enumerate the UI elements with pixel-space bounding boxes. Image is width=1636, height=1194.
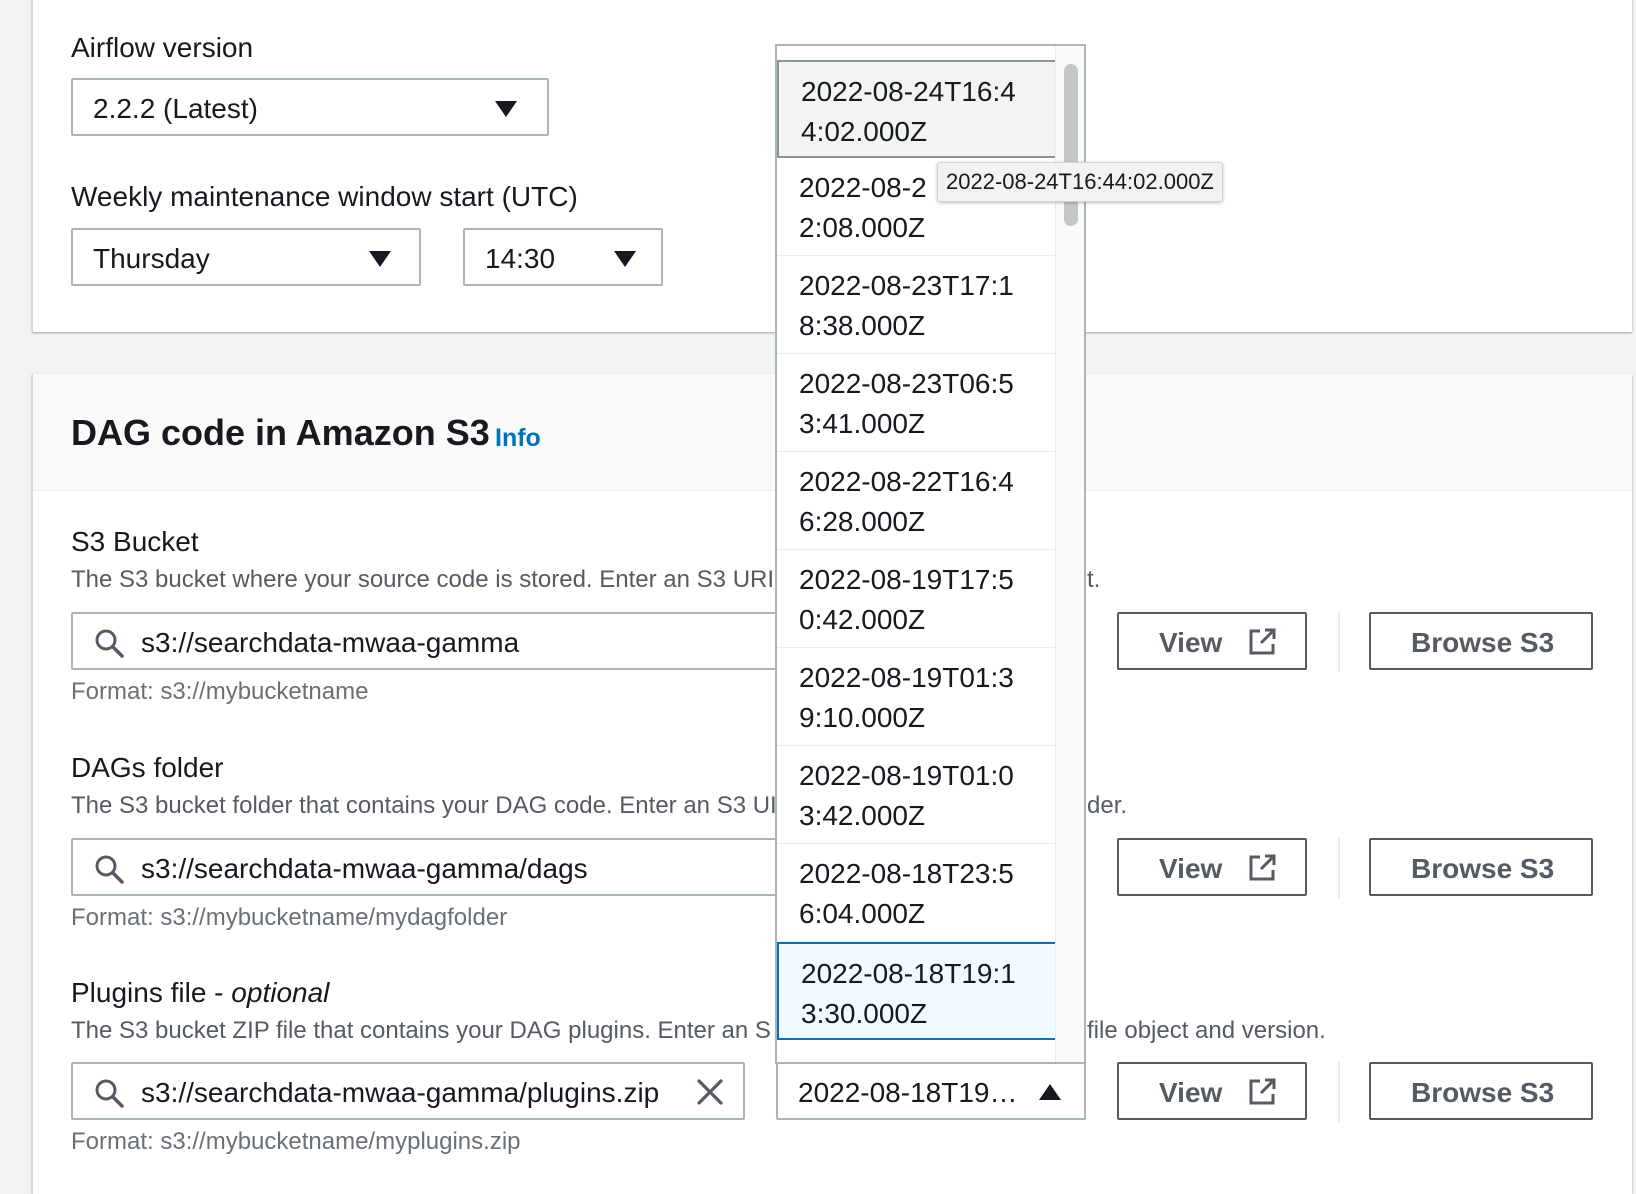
option-line: 2022-08-19T01:0	[799, 760, 1014, 791]
search-icon	[95, 1079, 124, 1108]
maintenance-day-value: Thursday	[93, 243, 210, 274]
version-option[interactable]: 2022-08-23T06:5 3:41.000Z	[777, 354, 1057, 452]
dags-folder-value: s3://searchdata-mwaa-gamma/dags	[141, 853, 588, 884]
option-line: 2022-08-19T01:3	[799, 662, 1014, 693]
s3-bucket-value: s3://searchdata-mwaa-gamma	[141, 627, 520, 658]
maintenance-time-select[interactable]: 14:30	[463, 228, 663, 286]
browse-s3-bucket-button[interactable]: Browse S3	[1369, 612, 1593, 670]
dags-folder-description-tail: der.	[1087, 792, 1128, 819]
view-button-label: View	[1159, 627, 1223, 658]
caret-down-icon	[369, 251, 391, 267]
option-line: 2022-08-18T19:1	[801, 958, 1016, 989]
dags-folder-description: The S3 bucket folder that contains your …	[71, 792, 777, 819]
external-link-icon	[1249, 854, 1276, 881]
option-line: 3:41.000Z	[799, 408, 926, 439]
option-line: 8:38.000Z	[799, 310, 926, 341]
browse-button-label: Browse S3	[1411, 1077, 1555, 1108]
dags-folder-format-hint: Format: s3://mybucketname/mydagfolder	[71, 904, 508, 931]
view-button-label: View	[1159, 1077, 1223, 1108]
external-link-icon	[1249, 628, 1276, 655]
option-line: 3:30.000Z	[801, 998, 928, 1029]
s3-bucket-description: The S3 bucket where your source code is …	[71, 566, 775, 593]
external-link-icon	[1249, 1078, 1276, 1105]
s3-bucket-label: S3 Bucket	[71, 526, 199, 557]
version-option[interactable]: 2022-08-19T01:0 3:42.000Z	[777, 746, 1057, 844]
version-option[interactable]: 2022-08-24T16:4 4:02.000Z	[777, 60, 1057, 158]
plugins-file-label-text: Plugins file -	[71, 977, 232, 1008]
version-option[interactable]: 2022-08-18T23:5 6:04.000Z	[777, 844, 1057, 942]
option-line: 2:08.000Z	[799, 212, 926, 243]
dags-folder-label: DAGs folder	[71, 752, 224, 783]
search-icon	[95, 855, 124, 884]
airflow-version-select[interactable]: 2.2.2 (Latest)	[71, 78, 549, 136]
maintenance-window-label: Weekly maintenance window start (UTC)	[71, 181, 578, 212]
option-line: 2022-08-23T17:1	[799, 270, 1014, 301]
plugins-file-format-hint: Format: s3://mybucketname/myplugins.zip	[71, 1128, 521, 1155]
plugins-file-description: The S3 bucket ZIP file that contains you…	[71, 1017, 771, 1044]
version-option-selected[interactable]: 2022-08-18T19:1 3:30.000Z	[777, 942, 1057, 1040]
option-line: 0:42.000Z	[799, 604, 926, 635]
view-dags-folder-button[interactable]: View	[1117, 838, 1307, 896]
plugins-file-input[interactable]: s3://searchdata-mwaa-gamma/plugins.zip	[71, 1062, 745, 1120]
caret-up-icon	[1039, 1084, 1061, 1100]
version-option[interactable]: 2022-08-22T16:4 6:28.000Z	[777, 452, 1057, 550]
search-icon	[95, 629, 124, 658]
view-s3-bucket-button[interactable]: View	[1117, 612, 1307, 670]
version-option[interactable]: 2022-08-19T17:5 0:42.000Z	[777, 550, 1057, 648]
section-title: DAG code in Amazon S3	[71, 412, 490, 453]
s3-bucket-format-hint: Format: s3://mybucketname	[71, 678, 369, 705]
plugins-version-select[interactable]: 2022-08-18T19…	[776, 1062, 1086, 1120]
version-option[interactable]: 2022-08-23T17:1 8:38.000Z	[777, 256, 1057, 354]
close-icon[interactable]	[695, 1077, 725, 1107]
browse-plugins-file-button[interactable]: Browse S3	[1369, 1062, 1593, 1120]
option-line: 6:28.000Z	[799, 506, 926, 537]
divider	[1338, 612, 1340, 672]
caret-down-icon	[495, 101, 517, 117]
plugins-file-value: s3://searchdata-mwaa-gamma/plugins.zip	[141, 1077, 660, 1108]
plugins-file-description-tail: file object and version.	[1087, 1017, 1326, 1044]
s3-bucket-description-tail: t.	[1087, 566, 1101, 593]
view-plugins-file-button[interactable]: View	[1117, 1062, 1307, 1120]
browse-dags-folder-button[interactable]: Browse S3	[1369, 838, 1593, 896]
airflow-version-label: Airflow version	[71, 32, 254, 63]
divider	[1338, 1062, 1340, 1122]
plugins-version-value: 2022-08-18T19…	[798, 1077, 1018, 1108]
divider	[1338, 838, 1340, 898]
option-line: 2022-08-19T17:5	[799, 564, 1014, 595]
option-line: 4:02.000Z	[801, 116, 928, 147]
airflow-version-value: 2.2.2 (Latest)	[93, 93, 258, 124]
option-tooltip: 2022-08-24T16:44:02.000Z	[937, 162, 1223, 202]
optional-label: optional	[231, 977, 330, 1008]
option-line: 9:10.000Z	[799, 702, 926, 733]
version-option[interactable]: 2022-08-19T01:3 9:10.000Z	[777, 648, 1057, 746]
option-line: 2022-08-18T23:5	[799, 858, 1014, 889]
option-line: 2022-08-22T16:4	[799, 466, 1014, 497]
browse-button-label: Browse S3	[1411, 627, 1555, 658]
info-link[interactable]: Info	[495, 424, 541, 453]
plugins-file-label: Plugins file - optional	[71, 977, 329, 1009]
option-line: 6:04.000Z	[799, 898, 926, 929]
s3-bucket-input[interactable]: s3://searchdata-mwaa-gamma	[71, 612, 791, 670]
option-line: 2022-08-24T16:4	[801, 76, 1016, 107]
maintenance-day-select[interactable]: Thursday	[71, 228, 421, 286]
maintenance-time-value: 14:30	[485, 243, 556, 274]
dags-folder-input[interactable]: s3://searchdata-mwaa-gamma/dags	[71, 838, 791, 896]
option-line: 3:42.000Z	[799, 800, 926, 831]
caret-down-icon	[614, 251, 636, 267]
view-button-label: View	[1159, 853, 1223, 884]
option-line: 2022-08-23T06:5	[799, 368, 1014, 399]
browse-button-label: Browse S3	[1411, 853, 1555, 884]
